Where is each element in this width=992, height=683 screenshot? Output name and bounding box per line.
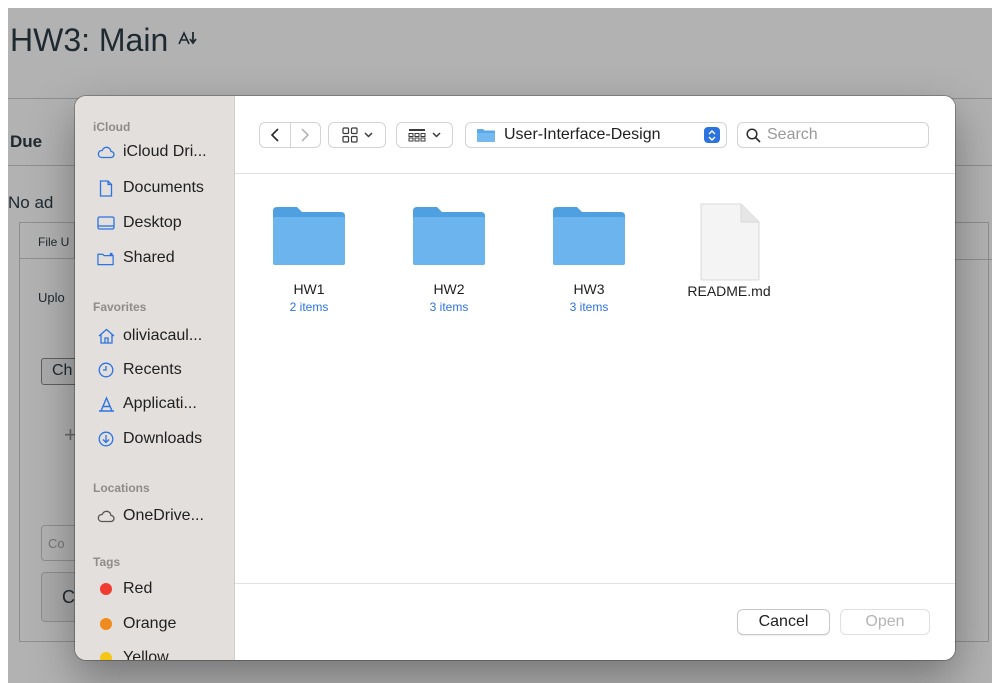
- sidebar-item-applications[interactable]: Applicati...: [97, 395, 197, 413]
- sidebar-item-label: Recents: [123, 361, 182, 378]
- file-name: README.md: [687, 283, 771, 299]
- sidebar-item-recents[interactable]: Recents: [97, 361, 182, 379]
- cancel-button[interactable]: Cancel: [737, 609, 830, 635]
- sidebar-item-label: Red: [123, 580, 153, 597]
- updown-chevron-icon: [704, 127, 720, 143]
- sidebar-header-favorites: Favorites: [93, 300, 147, 314]
- sidebar-item-icloud-drive[interactable]: iCloud Dri...: [97, 143, 207, 161]
- search-field[interactable]: [737, 122, 929, 148]
- document-icon: [700, 203, 760, 281]
- sidebar-item-documents[interactable]: Documents: [97, 179, 204, 197]
- file-item-hw3[interactable]: HW3 3 items: [534, 205, 644, 314]
- group-icon: [408, 129, 426, 142]
- sidebar-item-label: Documents: [123, 179, 204, 196]
- sidebar-item-tag-yellow[interactable]: Yellow: [97, 649, 169, 660]
- folder-path-select[interactable]: User-Interface-Design: [465, 122, 727, 148]
- dialog-footer: Cancel Open: [235, 583, 955, 660]
- desktop-icon: [97, 214, 115, 232]
- sidebar-item-label: iCloud Dri...: [123, 143, 207, 160]
- sidebar-item-label: OneDrive...: [123, 507, 204, 524]
- file-item-hw2[interactable]: HW2 3 items: [394, 205, 504, 314]
- file-name: HW3: [573, 281, 605, 297]
- sidebar-item-tag-red[interactable]: Red: [97, 580, 152, 598]
- file-item-count: 3 items: [569, 300, 609, 314]
- file-open-dialog: iCloud iCloud Dri... Documents Desktop S…: [75, 96, 955, 660]
- folder-icon: [553, 207, 625, 265]
- forward-button[interactable]: [291, 123, 321, 147]
- back-button[interactable]: [260, 123, 291, 147]
- sidebar-item-label: oliviacaul...: [123, 327, 203, 344]
- shared-folder-icon: [97, 249, 115, 267]
- current-folder-label: User-Interface-Design: [504, 126, 661, 143]
- sidebar-item-tag-orange[interactable]: Orange: [97, 615, 176, 633]
- tag-yellow-dot-icon: [97, 649, 115, 660]
- sidebar-header-icloud: iCloud: [93, 120, 131, 134]
- chevron-left-icon: [270, 128, 279, 142]
- sidebar-item-onedrive[interactable]: OneDrive...: [97, 507, 204, 525]
- download-icon: [97, 430, 115, 448]
- file-grid: HW1 2 items HW2 3 items HW3 3 items READ…: [235, 175, 955, 583]
- sidebar-item-downloads[interactable]: Downloads: [97, 430, 202, 448]
- chevron-down-icon: [432, 132, 441, 138]
- toolbar: User-Interface-Design: [235, 96, 955, 174]
- icon-view-icon: [341, 127, 358, 143]
- search-input[interactable]: [767, 126, 917, 144]
- chevron-down-icon: [363, 132, 373, 138]
- search-icon: [746, 127, 761, 143]
- applications-icon: [97, 395, 115, 413]
- sidebar-header-tags: Tags: [93, 555, 121, 569]
- cloud-icon: [97, 507, 115, 525]
- sidebar-item-desktop[interactable]: Desktop: [97, 214, 182, 232]
- tag-orange-dot-icon: [97, 615, 115, 633]
- sidebar-item-home[interactable]: oliviacaul...: [97, 327, 202, 345]
- sidebar-item-shared[interactable]: Shared: [97, 249, 175, 267]
- file-item-count: 2 items: [289, 300, 329, 314]
- sidebar-item-label: Orange: [123, 615, 177, 632]
- navigation-group: [259, 122, 321, 148]
- file-browser: User-Interface-Design HW1 2 items HW2 3 …: [235, 96, 955, 660]
- sidebar-item-label: Applicati...: [123, 395, 197, 412]
- open-button[interactable]: Open: [840, 609, 930, 635]
- folder-icon: [413, 207, 485, 265]
- folder-icon: [273, 207, 345, 265]
- tag-red-dot-icon: [97, 580, 115, 598]
- clock-icon: [97, 361, 115, 379]
- file-name: HW2: [433, 281, 465, 297]
- file-item-count: 3 items: [429, 300, 469, 314]
- sidebar-header-locations: Locations: [93, 481, 150, 495]
- view-mode-button[interactable]: [328, 122, 386, 148]
- file-name: HW1: [293, 281, 325, 297]
- group-by-button[interactable]: [396, 122, 453, 148]
- file-item-readme[interactable]: README.md: [674, 203, 784, 299]
- chevron-right-icon: [301, 128, 310, 142]
- sidebar-item-label: Shared: [123, 249, 175, 266]
- sidebar-item-label: Downloads: [123, 430, 203, 447]
- home-icon: [97, 327, 115, 345]
- sidebar-item-label: Desktop: [123, 214, 182, 231]
- document-icon: [97, 179, 115, 197]
- sidebar: iCloud iCloud Dri... Documents Desktop S…: [75, 96, 235, 660]
- folder-icon: [477, 128, 495, 142]
- cloud-icon: [97, 143, 115, 161]
- sidebar-item-label: Yellow: [123, 649, 169, 660]
- file-item-hw1[interactable]: HW1 2 items: [254, 205, 364, 314]
